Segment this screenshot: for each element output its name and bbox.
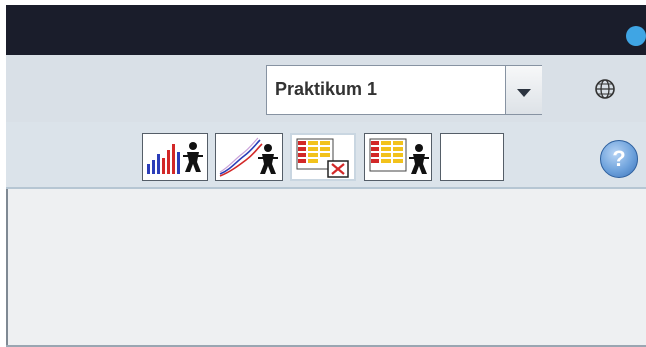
empty-tool[interactable]: [440, 133, 504, 181]
bar-chart-student-tool[interactable]: [142, 133, 208, 181]
bar-chart-person-icon: [147, 142, 203, 174]
table-student-tool[interactable]: [364, 133, 432, 181]
globe-icon[interactable]: [594, 78, 616, 100]
top-bar: [6, 5, 646, 55]
line-chart-student-tool[interactable]: [215, 133, 283, 181]
table-delete-icon: [296, 138, 349, 178]
help-icon: ?: [612, 146, 626, 171]
course-select[interactable]: Praktikum 1: [266, 65, 542, 115]
delete-table-tool[interactable]: [290, 133, 356, 181]
course-select-value: Praktikum 1: [275, 79, 378, 99]
content-area: [6, 189, 646, 345]
line-chart-person-icon: [219, 137, 278, 177]
help-button[interactable]: ?: [600, 140, 638, 178]
chevron-down-icon[interactable]: [505, 66, 542, 114]
status-indicator: [626, 26, 646, 46]
table-person-icon: [369, 138, 429, 174]
